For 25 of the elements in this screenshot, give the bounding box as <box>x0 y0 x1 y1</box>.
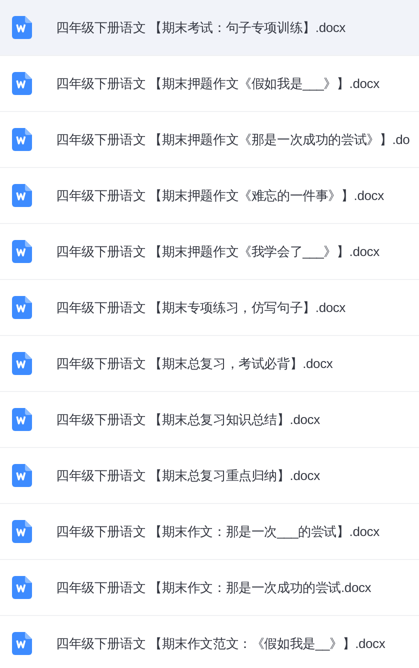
file-name: 四年级下册语文 【期末总复习重点归纳】.docx <box>56 466 320 485</box>
file-name: 四年级下册语文 【期末总复习，考试必背】.docx <box>56 354 333 373</box>
file-name: 四年级下册语文 【期末作文：那是一次成功的尝试.docx <box>56 578 372 597</box>
file-name: 四年级下册语文 【期末押题作文《假如我是___》】.docx <box>56 74 380 93</box>
file-name: 四年级下册语文 【期末作文范文：《假如我是__》】.docx <box>56 634 386 653</box>
word-document-icon <box>12 240 32 263</box>
file-name: 四年级下册语文 【期末押题作文《那是一次成功的尝试》】.do <box>56 130 410 149</box>
word-document-icon <box>12 576 32 599</box>
file-name: 四年级下册语文 【期末专项练习，仿写句子】.docx <box>56 298 346 317</box>
file-name: 四年级下册语文 【期末考试：句子专项训练】.docx <box>56 18 346 37</box>
word-document-icon <box>12 408 32 431</box>
file-name: 四年级下册语文 【期末作文：那是一次___的尝试】.docx <box>56 522 380 541</box>
file-name: 四年级下册语文 【期末押题作文《我学会了___》】.docx <box>56 242 380 261</box>
file-row[interactable]: 四年级下册语文 【期末考试：句子专项训练】.docx <box>0 0 419 56</box>
word-document-icon <box>12 632 32 655</box>
word-document-icon <box>12 128 32 151</box>
word-document-icon <box>12 464 32 487</box>
word-document-icon <box>12 296 32 319</box>
word-document-icon <box>12 72 32 95</box>
file-name: 四年级下册语文 【期末总复习知识总结】.docx <box>56 410 320 429</box>
word-document-icon <box>12 352 32 375</box>
file-name: 四年级下册语文 【期末押题作文《难忘的一件事》】.docx <box>56 186 384 205</box>
word-document-icon <box>12 16 32 39</box>
word-document-icon <box>12 520 32 543</box>
word-document-icon <box>12 184 32 207</box>
